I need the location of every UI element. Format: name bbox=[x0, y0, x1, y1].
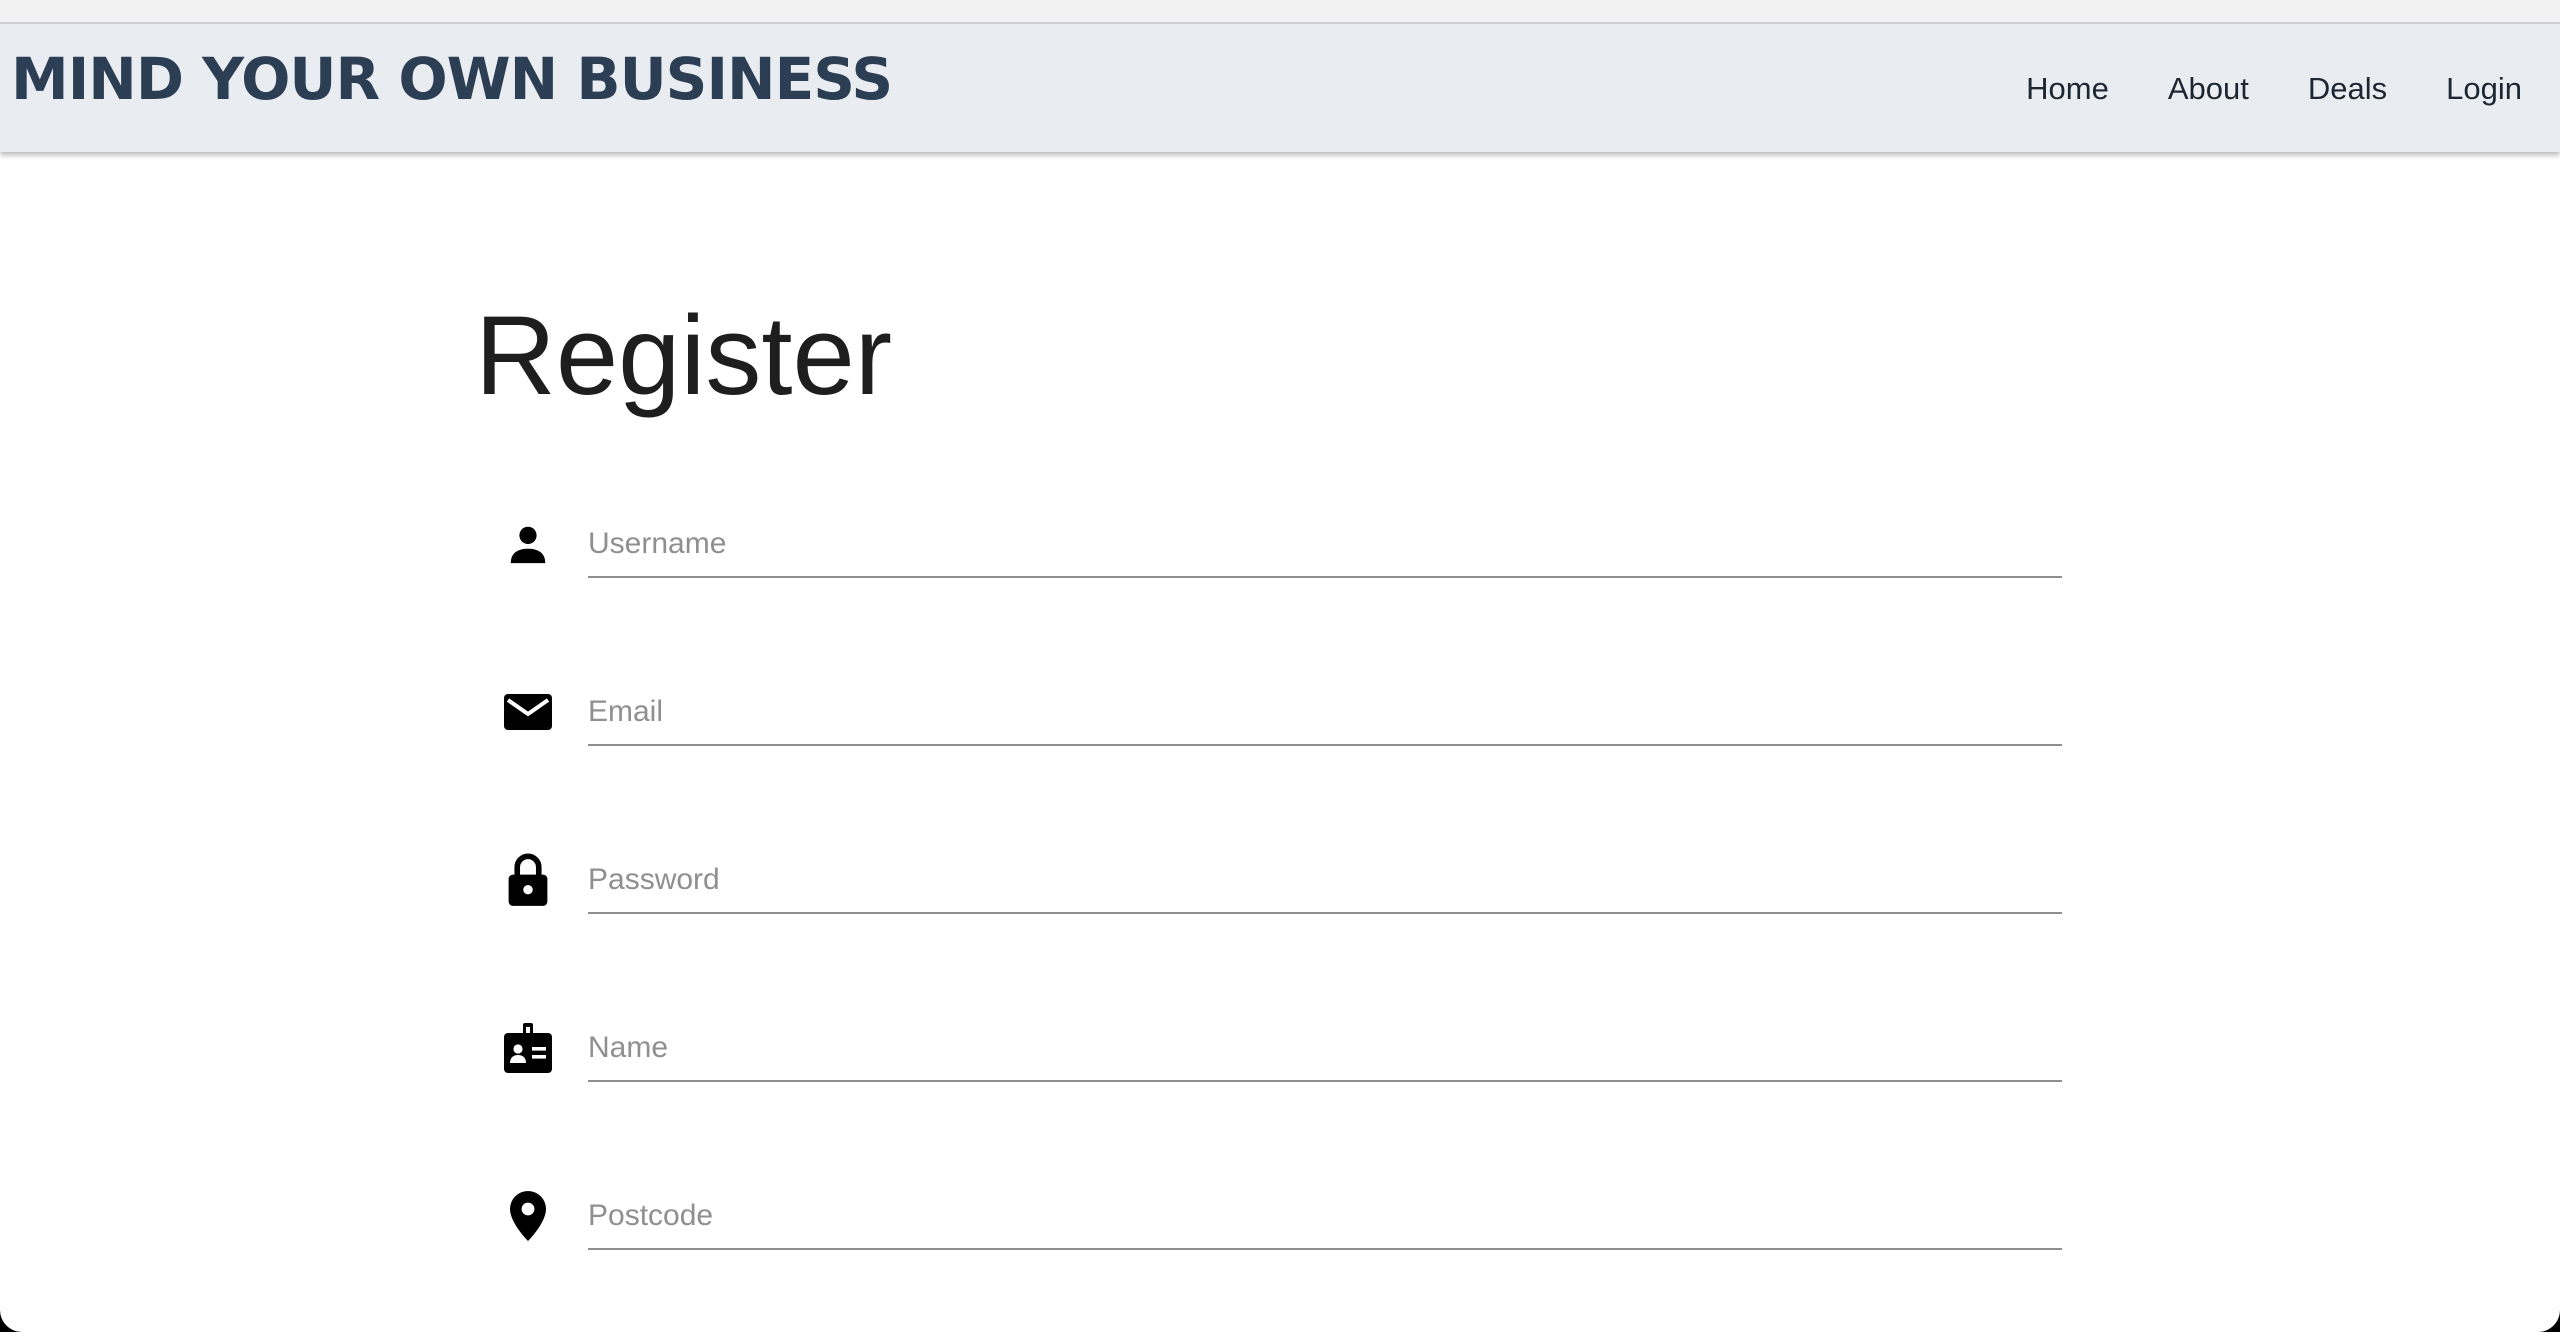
password-field-row bbox=[490, 836, 2064, 916]
navbar: MIND YOUR OWN BUSINESS Home About Deals … bbox=[0, 24, 2560, 152]
postcode-input[interactable] bbox=[588, 1172, 2062, 1250]
location-pin-icon bbox=[490, 1178, 566, 1254]
envelope-icon bbox=[490, 674, 566, 750]
password-input[interactable] bbox=[588, 836, 2062, 914]
person-icon bbox=[490, 506, 566, 582]
window-top-strip bbox=[0, 0, 2560, 24]
name-input[interactable] bbox=[588, 1004, 2062, 1082]
name-field-row bbox=[490, 1004, 2064, 1084]
page-title: Register bbox=[475, 293, 893, 418]
browser-window: MIND YOUR OWN BUSINESS Home About Deals … bbox=[0, 0, 2560, 1332]
postcode-field-row bbox=[490, 1172, 2064, 1252]
nav-home[interactable]: Home bbox=[2026, 70, 2109, 107]
nav-links: Home About Deals Login bbox=[1967, 70, 2522, 107]
nav-deals[interactable]: Deals bbox=[2308, 70, 2387, 107]
site-logo[interactable]: MIND YOUR OWN BUSINESS bbox=[11, 50, 893, 108]
email-field-row bbox=[490, 668, 2064, 748]
username-input[interactable] bbox=[588, 500, 2062, 578]
id-badge-icon bbox=[490, 1010, 566, 1086]
username-field-row bbox=[490, 500, 2064, 580]
nav-about[interactable]: About bbox=[2168, 70, 2249, 107]
nav-login[interactable]: Login bbox=[2446, 70, 2522, 107]
lock-icon bbox=[490, 842, 566, 918]
email-input[interactable] bbox=[588, 668, 2062, 746]
